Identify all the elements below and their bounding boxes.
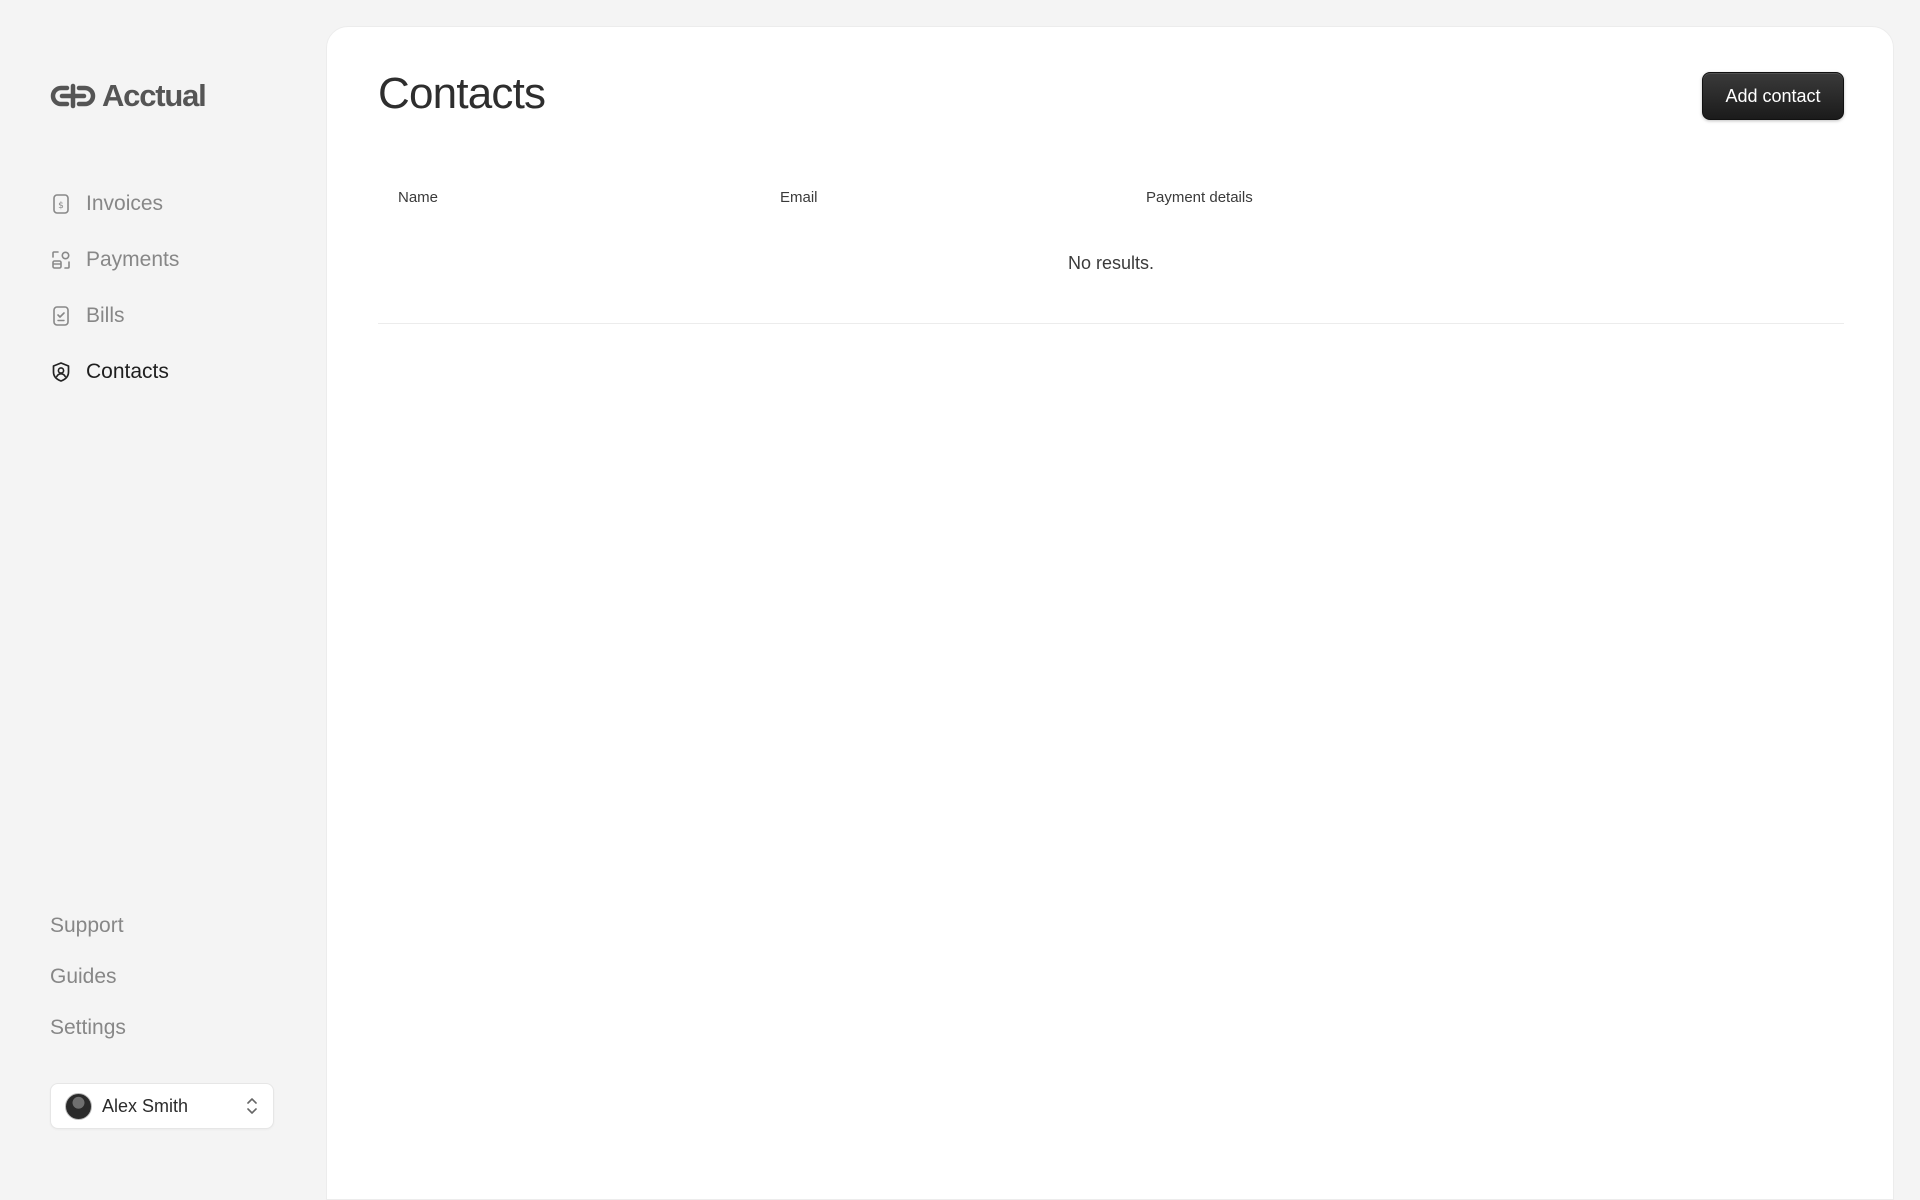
sidebar-item-label: Payments (86, 248, 180, 271)
bill-check-icon (50, 305, 72, 327)
payments-icon (50, 249, 72, 271)
support-link[interactable]: Support (50, 900, 126, 951)
sidebar-item-contacts[interactable]: Contacts (50, 344, 179, 400)
user-name: Alex Smith (102, 1095, 189, 1116)
sidebar-item-payments[interactable]: Payments (50, 232, 179, 288)
sidebar-item-label: Bills (86, 304, 125, 327)
acctual-logo-icon (50, 83, 96, 109)
sidebar-item-label: Contacts (86, 360, 169, 383)
svg-text:$: $ (58, 201, 64, 211)
user-switcher[interactable]: Alex Smith (50, 1083, 274, 1129)
column-header-payment-details[interactable]: Payment details (1126, 177, 1844, 217)
page-title: Contacts (378, 69, 546, 118)
main-panel: Contacts Add contact Name Email Payment … (326, 26, 1894, 1200)
brand-name: Acctual (102, 78, 207, 113)
brand-logo[interactable]: Acctual (50, 78, 207, 114)
sidebar-item-invoices[interactable]: $ Invoices (50, 176, 179, 232)
invoice-dollar-icon: $ (50, 193, 72, 215)
add-contact-button[interactable]: Add contact (1702, 72, 1844, 120)
column-header-name[interactable]: Name (378, 177, 760, 217)
column-header-email[interactable]: Email (760, 177, 1126, 217)
table-header-row: Name Email Payment details (378, 177, 1844, 217)
table-row: No results. (378, 217, 1844, 324)
sidebar-bottom-links: Support Guides Settings (50, 900, 126, 1053)
guides-link[interactable]: Guides (50, 951, 126, 1002)
settings-link[interactable]: Settings (50, 1002, 126, 1053)
sidebar-item-label: Invoices (86, 192, 164, 215)
chevron-up-down-icon (247, 1098, 257, 1114)
sidebar-nav: $ Invoices Payments Bills Contacts (50, 176, 179, 400)
sidebar-item-bills[interactable]: Bills (50, 288, 179, 344)
avatar (65, 1092, 92, 1120)
contact-shield-icon (50, 361, 72, 383)
sidebar: Acctual $ Invoices Payments Bills Contac… (0, 0, 326, 1200)
empty-state-text: No results. (378, 217, 1844, 324)
contacts-table: Name Email Payment details No results. (378, 177, 1844, 324)
